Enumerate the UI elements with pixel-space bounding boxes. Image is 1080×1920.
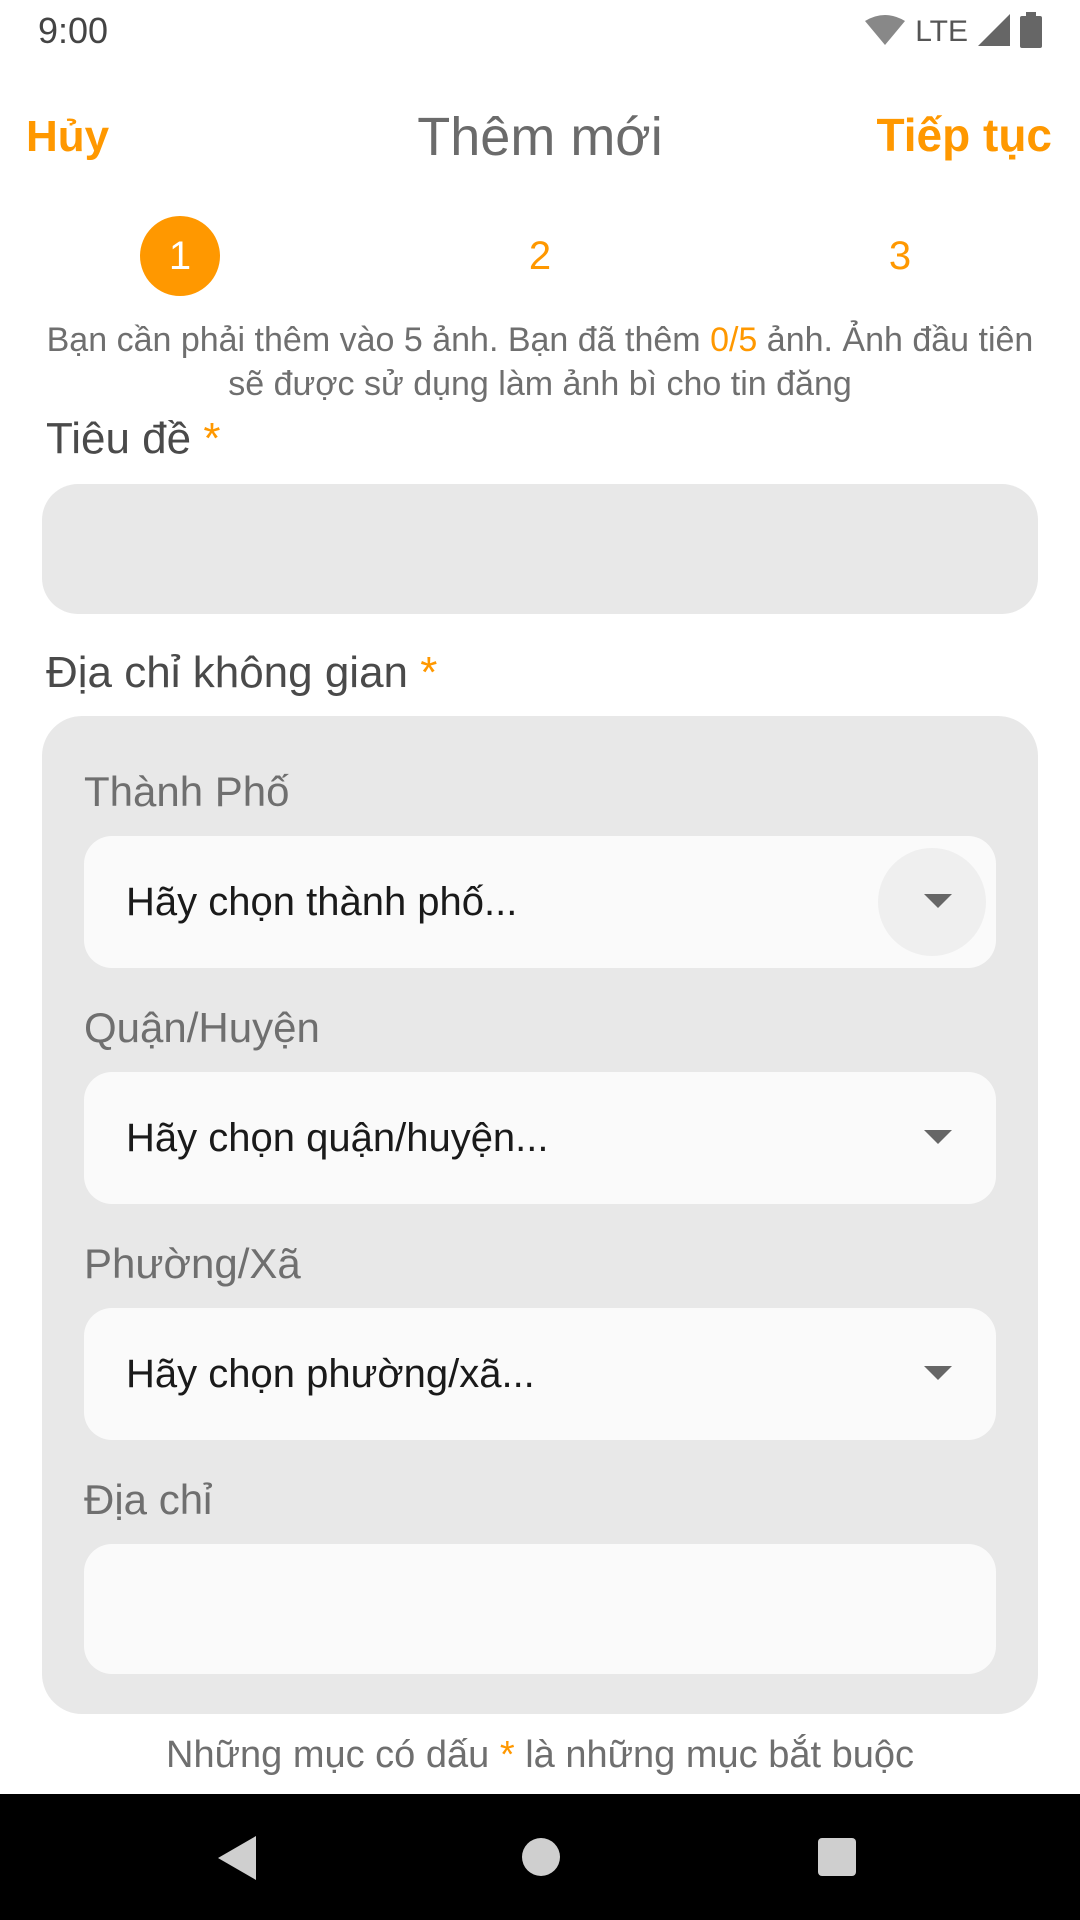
status-time: 9:00: [38, 10, 109, 51]
stepper: 1 2 3: [0, 216, 1080, 296]
app-bar: Thêm mới Hủy Tiếp tục: [0, 96, 1080, 176]
chevron-down-icon[interactable]: [924, 894, 952, 908]
required-mark: *: [499, 1734, 515, 1776]
signal-icon: [978, 13, 1010, 51]
home-icon[interactable]: [522, 1838, 560, 1876]
district-select[interactable]: Hãy chọn quận/huyện...: [84, 1072, 996, 1204]
continue-button[interactable]: Tiếp tục: [876, 108, 1052, 162]
address-label: Địa chỉ không gian *: [46, 648, 437, 698]
ward-label: Phường/Xã: [84, 1240, 301, 1287]
required-note-end: là những mục bắt buộc: [514, 1734, 914, 1776]
street-input[interactable]: [84, 1544, 996, 1674]
required-mark: *: [203, 414, 221, 463]
title-input[interactable]: [42, 484, 1038, 614]
city-label: Thành Phố: [84, 768, 290, 815]
district-select-value: Hãy chọn quận/huyện...: [126, 1116, 549, 1160]
back-icon[interactable]: [218, 1836, 256, 1880]
ward-select-value: Hãy chọn phường/xã...: [126, 1352, 535, 1396]
hint-text: Bạn cần phải thêm vào 5 ảnh. Bạn đã thêm: [46, 321, 711, 359]
battery-icon: [1020, 11, 1042, 53]
title-label-text: Tiêu đề: [46, 414, 192, 463]
ward-select[interactable]: Hãy chọn phường/xã...: [84, 1308, 996, 1440]
status-bar: 9:00 LTE: [0, 0, 1080, 62]
required-mark: *: [420, 648, 438, 697]
cancel-button[interactable]: Hủy: [26, 112, 109, 162]
chevron-down-icon[interactable]: [924, 1366, 952, 1380]
system-nav-bar: [0, 1794, 1080, 1920]
street-label: Địa chỉ: [84, 1476, 213, 1523]
step-3[interactable]: 3: [860, 216, 940, 296]
chevron-down-icon[interactable]: [924, 1130, 952, 1144]
status-icons: LTE: [865, 11, 1042, 53]
city-select-value: Hãy chọn thành phố...: [126, 880, 518, 924]
step-1[interactable]: 1: [140, 216, 220, 296]
title-label: Tiêu đề *: [46, 414, 221, 464]
address-label-text: Địa chỉ không gian: [46, 648, 409, 697]
district-label: Quận/Huyện: [84, 1004, 320, 1051]
recents-icon[interactable]: [818, 1838, 856, 1876]
photo-hint: Bạn cần phải thêm vào 5 ảnh. Bạn đã thêm…: [40, 318, 1040, 406]
city-select[interactable]: Hãy chọn thành phố...: [84, 836, 996, 968]
required-note-text: Những mục có dấu: [166, 1734, 500, 1776]
step-2[interactable]: 2: [500, 216, 580, 296]
wifi-icon: [865, 14, 906, 50]
photo-count: 0/5: [710, 321, 758, 359]
required-note: Những mục có dấu * là những mục bắt buộc: [0, 1734, 1080, 1777]
network-type: LTE: [915, 15, 968, 48]
